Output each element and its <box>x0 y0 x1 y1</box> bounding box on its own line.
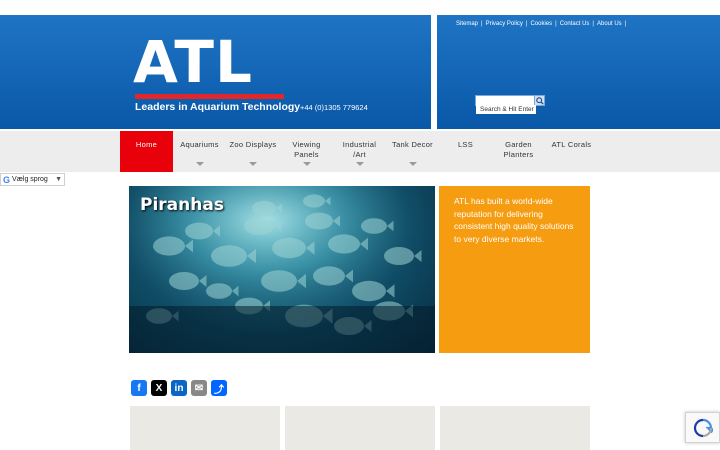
nav-item-label: Aquariums <box>180 140 219 149</box>
nav-item[interactable]: Tank Decor <box>386 131 439 172</box>
facebook-icon[interactable]: f <box>131 380 147 396</box>
nav-item[interactable]: Zoo Displays <box>226 131 280 172</box>
contact-us-link[interactable]: Contact Us <box>560 21 590 27</box>
language-label: Vælg sprog <box>12 176 48 183</box>
cookies-link[interactable]: Cookies <box>530 21 552 27</box>
nav-item-label: Zoo Displays <box>229 140 277 149</box>
fish-shape <box>185 222 213 240</box>
x-icon[interactable]: X <box>151 380 167 396</box>
intro-box: ATL has built a world-wide reputation fo… <box>439 186 590 353</box>
chevron-down-icon <box>408 162 417 166</box>
recaptcha-badge[interactable] <box>685 412 720 443</box>
separator: | <box>555 21 557 27</box>
nav-item[interactable]: Home <box>120 131 173 172</box>
nav-item-label: Viewing Panels <box>292 140 321 159</box>
nav-item-label: Home <box>135 140 158 149</box>
top-links: Sitemap | Privacy Policy | Cookies | Contac… <box>456 21 626 27</box>
nav-item-label: Tank Decor <box>392 140 433 149</box>
nav-item[interactable]: Viewing Panels <box>280 131 333 172</box>
separator: | <box>592 21 594 27</box>
privacy-policy-link[interactable]: Privacy Policy <box>486 21 523 27</box>
nav-item[interactable]: Garden Planters <box>492 131 545 172</box>
logo-red-bar <box>135 94 284 99</box>
fish-shape <box>303 194 325 208</box>
share-icon[interactable]: ⤴ <box>211 380 227 396</box>
fish-shape <box>211 245 247 267</box>
fish-shape <box>244 217 274 235</box>
language-selector[interactable]: G Vælg sprog ▼ <box>0 173 65 186</box>
logo-tagline: Leaders in Aquarium Technology <box>135 101 301 113</box>
separator: | <box>624 21 627 27</box>
intro-text: ATL has built a world-wide reputation fo… <box>454 196 574 244</box>
sitemap-link[interactable]: Sitemap <box>456 21 478 27</box>
nav-item-label: ATL Corals <box>551 140 592 149</box>
search-input[interactable] <box>476 105 536 114</box>
search-button[interactable] <box>534 96 544 105</box>
separator: | <box>481 21 483 27</box>
nav-item[interactable]: Aquariums <box>173 131 226 172</box>
fish-shape <box>313 266 345 286</box>
about-us-link[interactable]: About Us <box>597 21 622 27</box>
fish-shape <box>206 283 232 299</box>
nav-item[interactable]: Industrial /Art <box>333 131 386 172</box>
content-card[interactable] <box>440 406 590 450</box>
email-icon[interactable]: ✉ <box>191 380 207 396</box>
logo[interactable]: ATL <box>133 33 253 91</box>
nav-item-label: LSS <box>457 140 474 149</box>
nav-item-label: Industrial /Art <box>342 140 377 159</box>
nav-item[interactable]: LSS <box>439 131 492 172</box>
hero-title: Piranhas <box>140 195 224 215</box>
fish-shape <box>384 247 414 265</box>
share-bar: f Xin ✉ ⤴ <box>131 380 227 396</box>
fish-shape <box>352 280 386 302</box>
google-g-icon: G <box>3 174 11 185</box>
search-icon <box>535 96 544 105</box>
fish-shape <box>252 200 276 216</box>
fish-shape <box>153 236 185 256</box>
nav-item[interactable]: ATL Corals <box>545 131 598 172</box>
hero-image[interactable]: Piranhas <box>129 186 435 353</box>
fish-shape <box>261 270 297 292</box>
page: ATL Leaders in Aquarium Technology +44 (… <box>0 0 720 450</box>
fish-shape <box>169 272 199 290</box>
fish-shape <box>272 237 306 259</box>
content-card[interactable] <box>285 406 435 450</box>
nav-item-label: Garden Planters <box>503 140 534 159</box>
chevron-down-icon <box>249 162 257 166</box>
chevron-down-icon <box>195 162 204 166</box>
separator: | <box>525 21 528 27</box>
dropdown-arrow-icon: ▼ <box>55 176 62 183</box>
linkedin-icon[interactable]: in <box>171 380 187 396</box>
fish-shape <box>361 218 387 234</box>
content-card[interactable] <box>130 406 280 450</box>
search-box <box>475 95 545 114</box>
recaptcha-icon <box>693 418 713 437</box>
fish-shape <box>305 212 333 230</box>
chevron-down-icon <box>302 162 311 166</box>
phone-number[interactable]: +44 (0)1305 779624 <box>300 103 368 112</box>
chevron-down-icon <box>355 162 364 166</box>
fish-shape <box>328 234 360 254</box>
